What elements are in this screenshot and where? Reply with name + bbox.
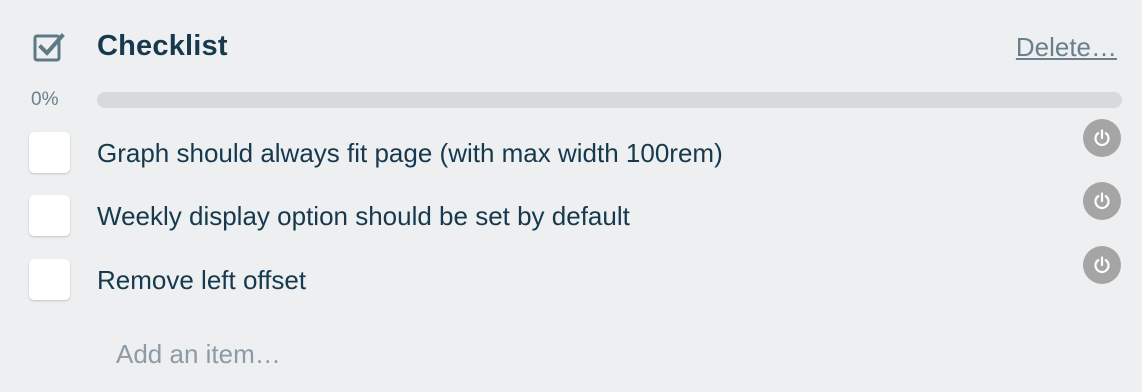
delete-checklist-link[interactable]: Delete…: [1016, 30, 1117, 64]
item-label[interactable]: Graph should always fit page (with max w…: [97, 136, 723, 170]
checklist-item: Weekly display option should be set by d…: [0, 182, 1142, 251]
item-checkbox[interactable]: [29, 132, 70, 173]
checklist-item: Remove left offset: [0, 246, 1142, 315]
item-label[interactable]: Remove left offset: [97, 263, 306, 297]
item-checkbox[interactable]: [29, 259, 70, 300]
add-item-button[interactable]: Add an item…: [116, 337, 281, 371]
item-checkbox[interactable]: [29, 195, 70, 236]
progress-percentage: 0%: [31, 89, 59, 110]
item-label[interactable]: Weekly display option should be set by d…: [97, 199, 630, 233]
checklist-title[interactable]: Checklist: [97, 28, 228, 64]
checklist-panel: Checklist Delete… 0% Graph should always…: [0, 0, 1142, 392]
power-icon: [1094, 129, 1110, 147]
checkbox-checked-icon: [33, 33, 65, 62]
item-options-button[interactable]: [1083, 246, 1121, 284]
progress-bar: [97, 92, 1122, 108]
power-icon: [1094, 192, 1110, 210]
power-icon: [1094, 256, 1110, 274]
item-options-button[interactable]: [1083, 182, 1121, 220]
item-options-button[interactable]: [1083, 119, 1121, 157]
checklist-item: Graph should always fit page (with max w…: [0, 119, 1142, 188]
